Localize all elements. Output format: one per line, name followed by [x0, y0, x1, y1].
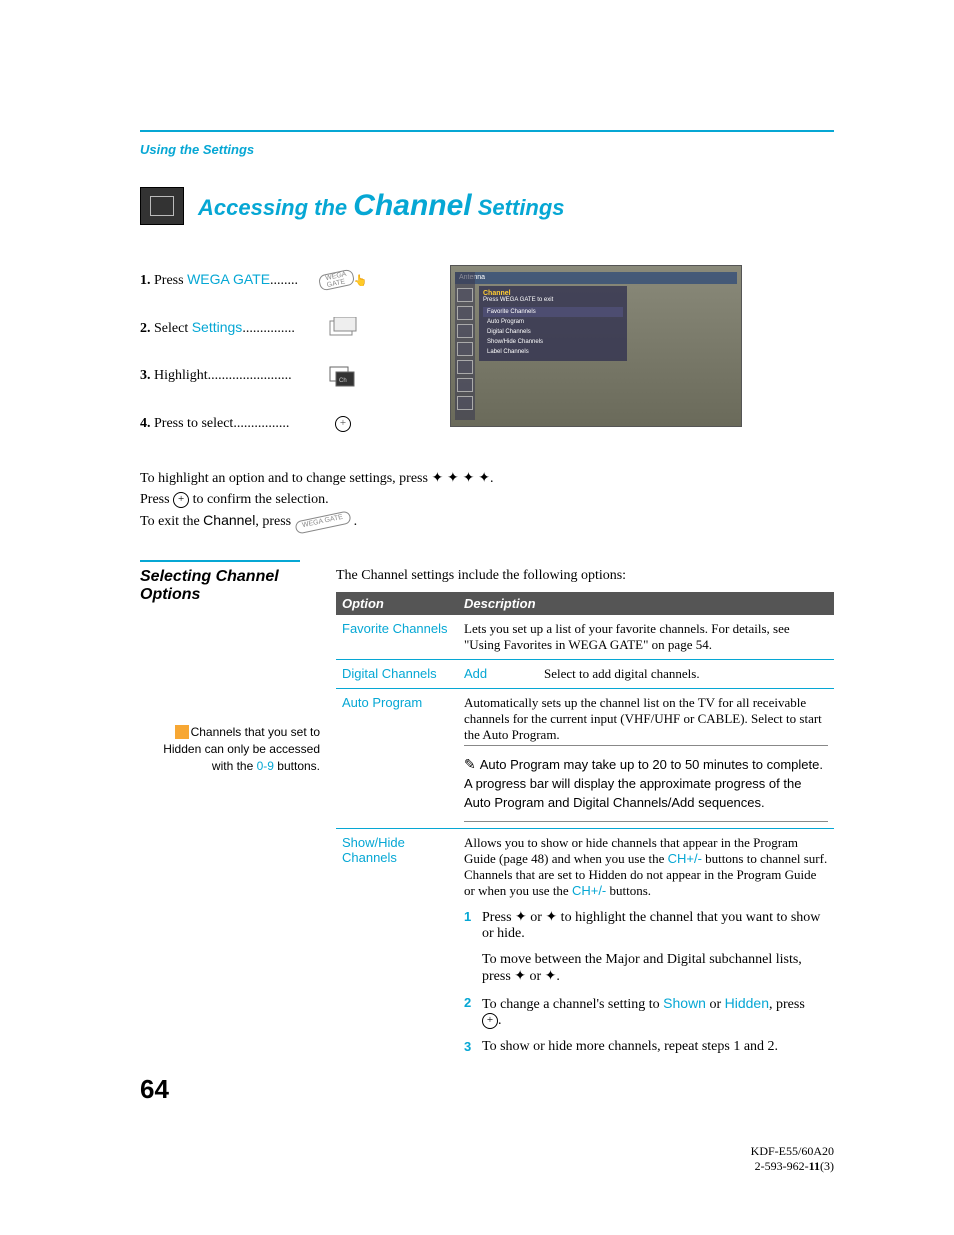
showhide-step-3: 3 To show or hide more channels, repeat … — [464, 1039, 828, 1055]
select-button-icon: + — [326, 410, 360, 438]
channel-icon — [140, 187, 184, 225]
row-auto: Auto Program Automatically sets up the c… — [336, 689, 834, 829]
th-option: Option — [336, 592, 458, 615]
tip-box: Channels that you set to Hidden can only… — [140, 724, 320, 774]
step-1: 1. Press WEGA GATE........ WEGA GATE👆 — [140, 265, 360, 295]
osd-preview: Antenna Channel Press WEGA GATE to exit … — [450, 265, 742, 427]
footer: KDF-E55/60A20 2-593-962-11(3) — [751, 1144, 834, 1175]
row-digital: Digital Channels AddSelect to add digita… — [336, 660, 834, 689]
osd-sidebar — [455, 272, 475, 420]
title-post: Settings — [472, 195, 565, 220]
settings-icon — [326, 314, 360, 342]
wega-gate-button-icon: WEGA GATE — [294, 510, 351, 534]
note-icon: ✎ — [464, 756, 476, 772]
osd-topbar: Antenna — [455, 272, 737, 284]
auto-program-note: ✎Auto Program may take up to 20 to 50 mi… — [464, 745, 828, 822]
step-4: 4. Press to select................ + — [140, 409, 360, 439]
instructions: To highlight an option and to change set… — [140, 467, 834, 532]
th-description: Description — [458, 592, 834, 615]
channel-highlight-icon: Ch — [326, 362, 360, 390]
row-favorite: Favorite Channels Lets you set up a list… — [336, 615, 834, 660]
wega-gate-button-icon: WEGA GATE👆 — [326, 266, 360, 294]
showhide-step-2: 2 To change a channel's setting to Shown… — [464, 995, 828, 1029]
title-row: Accessing the Channel Settings — [140, 187, 834, 225]
short-rule — [140, 560, 300, 562]
footer-doc: 2-593-962-11(3) — [751, 1159, 834, 1175]
steps-list: 1. Press WEGA GATE........ WEGA GATE👆 2.… — [140, 265, 360, 457]
select-button-icon: + — [173, 492, 189, 508]
subsection-heading: Selecting Channel Options — [140, 568, 320, 604]
page-title: Accessing the Channel Settings — [198, 189, 565, 223]
table-intro: The Channel settings include the followi… — [336, 568, 834, 584]
footer-model: KDF-E55/60A20 — [751, 1144, 834, 1160]
options-table: Option Description Favorite Channels Let… — [336, 592, 834, 1061]
tip-icon — [175, 725, 189, 739]
top-rule — [140, 130, 834, 132]
title-pre: Accessing the — [198, 195, 353, 220]
select-button-icon: + — [482, 1013, 498, 1029]
showhide-step-1: 1 Press ✦ or ✦ to highlight the channel … — [464, 909, 828, 985]
steps-block: 1. Press WEGA GATE........ WEGA GATE👆 2.… — [140, 265, 834, 457]
svg-text:Ch: Ch — [339, 378, 347, 384]
row-showhide: Show/Hide Channels Allows you to show or… — [336, 828, 834, 1061]
osd-panel: Channel Press WEGA GATE to exit Favorite… — [479, 286, 627, 361]
section-header: Using the Settings — [140, 142, 834, 157]
right-column: The Channel settings include the followi… — [336, 568, 834, 1061]
page: Using the Settings Accessing the Channel… — [0, 0, 954, 1235]
page-number: 64 — [140, 1074, 169, 1105]
step-3: 3. Highlight........................ Ch — [140, 361, 360, 391]
two-col: Selecting Channel Options Channels that … — [140, 568, 834, 1061]
title-big: Channel — [353, 189, 471, 222]
step-2: 2. Select Settings............... — [140, 313, 360, 343]
left-column: Selecting Channel Options Channels that … — [140, 568, 320, 1061]
